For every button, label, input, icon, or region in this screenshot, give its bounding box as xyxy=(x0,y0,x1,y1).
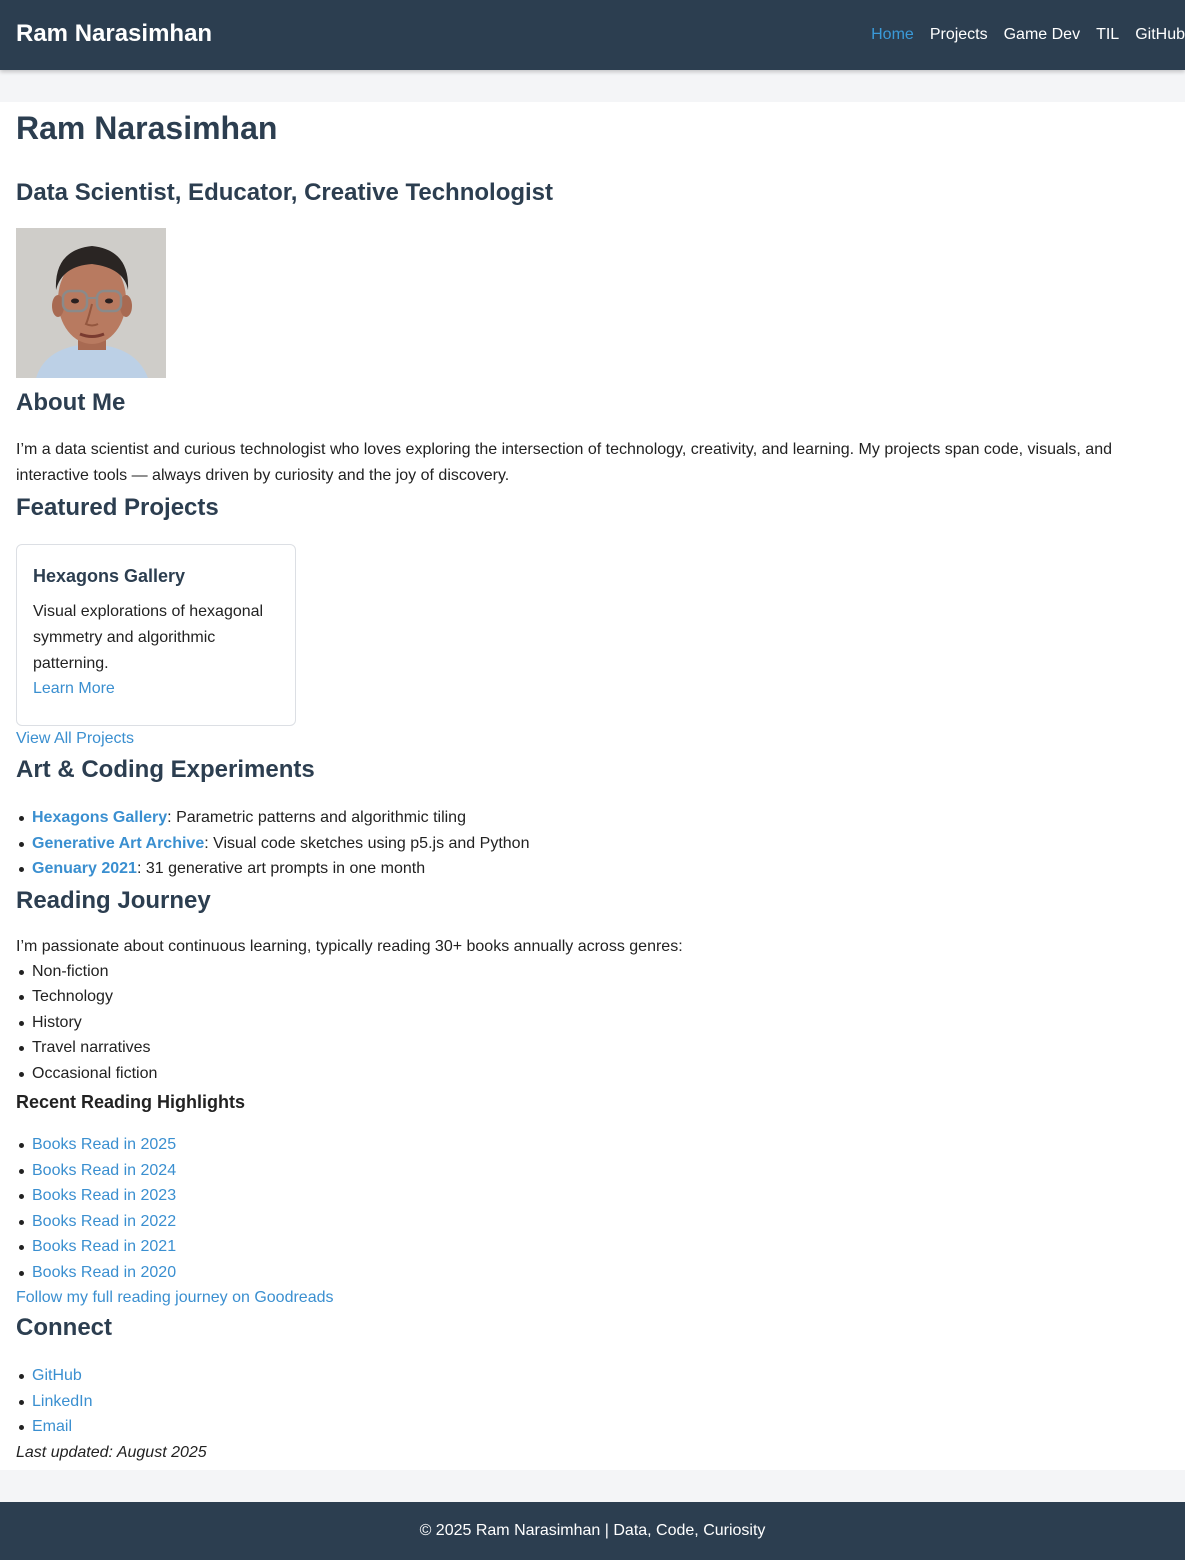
connect-linkedin-link[interactable]: LinkedIn xyxy=(32,1393,93,1410)
site-brand[interactable]: Ram Narasimhan xyxy=(16,19,212,49)
about-heading: About Me xyxy=(16,389,126,416)
list-item: Books Read in 2020 xyxy=(19,1260,1169,1286)
connect-list: GitHub LinkedIn Email xyxy=(16,1363,1169,1440)
project-card-title: Hexagons Gallery xyxy=(33,566,186,586)
connect-email-link[interactable]: Email xyxy=(32,1418,72,1435)
page-title: Ram Narasimhan xyxy=(16,110,278,146)
list-item: LinkedIn xyxy=(19,1389,1169,1415)
footer-text: © 2025 Ram Narasimhan | Data, Code, Curi… xyxy=(419,1522,766,1539)
nav-home[interactable]: Home xyxy=(871,23,914,47)
page-subtitle: Data Scientist, Educator, Creative Techn… xyxy=(16,179,554,206)
about-text: I’m a data scientist and curious technol… xyxy=(16,441,1112,484)
list-item: Genuary 2021: 31 generative art prompts … xyxy=(19,856,1169,882)
books-2020-link[interactable]: Books Read in 2020 xyxy=(32,1264,176,1281)
list-item: Email xyxy=(19,1414,1169,1440)
site-footer: © 2025 Ram Narasimhan | Data, Code, Curi… xyxy=(0,1502,1185,1560)
books-2023-link[interactable]: Books Read in 2023 xyxy=(32,1187,176,1204)
last-updated: Last updated: August 2025 xyxy=(16,1443,207,1461)
project-card-description: Visual explorations of hexagonal symmetr… xyxy=(33,603,264,672)
nav-github[interactable]: GitHub xyxy=(1135,23,1185,47)
list-item: Generative Art Archive: Visual code sket… xyxy=(19,831,1169,857)
art-list: Hexagons Gallery: Parametric patterns an… xyxy=(16,805,1169,882)
profile-photo-image xyxy=(16,228,166,378)
list-item: Books Read in 2025 xyxy=(19,1132,1169,1158)
list-item: Travel narratives xyxy=(19,1035,1169,1061)
featured-heading: Featured Projects xyxy=(16,494,219,521)
books-2021-link[interactable]: Books Read in 2021 xyxy=(32,1238,176,1255)
learn-more-link[interactable]: Learn More xyxy=(33,677,279,701)
art-item-text: : Parametric patterns and algorithmic ti… xyxy=(167,809,466,826)
reading-heading: Reading Journey xyxy=(16,886,211,914)
main-content: Ram Narasimhan Data Scientist, Educator,… xyxy=(0,102,1185,1470)
list-item: History xyxy=(19,1010,1169,1036)
nav-til[interactable]: TIL xyxy=(1096,23,1119,47)
list-item: Books Read in 2024 xyxy=(19,1158,1169,1184)
nav-projects[interactable]: Projects xyxy=(930,23,988,47)
nav-game-dev[interactable]: Game Dev xyxy=(1004,23,1080,47)
goodreads-link[interactable]: Follow my full reading journey on Goodre… xyxy=(16,1285,1169,1311)
highlights-heading: Recent Reading Highlights xyxy=(16,1092,246,1112)
list-item: Non-fiction xyxy=(19,959,1169,985)
list-item: Books Read in 2021 xyxy=(19,1234,1169,1260)
list-item: Books Read in 2023 xyxy=(19,1183,1169,1209)
art-link-hexagons[interactable]: Hexagons Gallery xyxy=(32,809,167,826)
art-link-genuary[interactable]: Genuary 2021 xyxy=(32,860,137,877)
list-item: GitHub xyxy=(19,1363,1169,1389)
art-link-generative-archive[interactable]: Generative Art Archive xyxy=(32,835,204,852)
genre-list: Non-fiction Technology History Travel na… xyxy=(16,959,1169,1087)
art-heading: Art & Coding Experiments xyxy=(16,756,315,783)
site-header: Ram Narasimhan Home Projects Game Dev TI… xyxy=(0,0,1185,70)
list-item: Books Read in 2022 xyxy=(19,1209,1169,1235)
list-item: Occasional fiction xyxy=(19,1061,1169,1087)
list-item: Hexagons Gallery: Parametric patterns an… xyxy=(19,805,1169,831)
main-nav: Home Projects Game Dev TIL GitHub xyxy=(855,23,1185,47)
reading-text: I’m passionate about continuous learning… xyxy=(16,937,683,955)
art-item-text: : 31 generative art prompts in one month xyxy=(136,860,426,877)
books-2025-link[interactable]: Books Read in 2025 xyxy=(32,1136,176,1153)
books-2024-link[interactable]: Books Read in 2024 xyxy=(32,1162,176,1179)
project-card: Hexagons Gallery Visual explorations of … xyxy=(16,544,296,726)
view-all-projects-link[interactable]: View All Projects xyxy=(16,727,1169,751)
connect-github-link[interactable]: GitHub xyxy=(32,1367,82,1384)
art-item-text: : Visual code sketches using p5.js and P… xyxy=(204,834,530,852)
profile-photo xyxy=(16,228,166,378)
books-list: Books Read in 2025 Books Read in 2024 Bo… xyxy=(16,1132,1169,1285)
connect-heading: Connect xyxy=(16,1314,112,1341)
books-2022-link[interactable]: Books Read in 2022 xyxy=(32,1213,176,1230)
list-item: Technology xyxy=(19,984,1169,1010)
